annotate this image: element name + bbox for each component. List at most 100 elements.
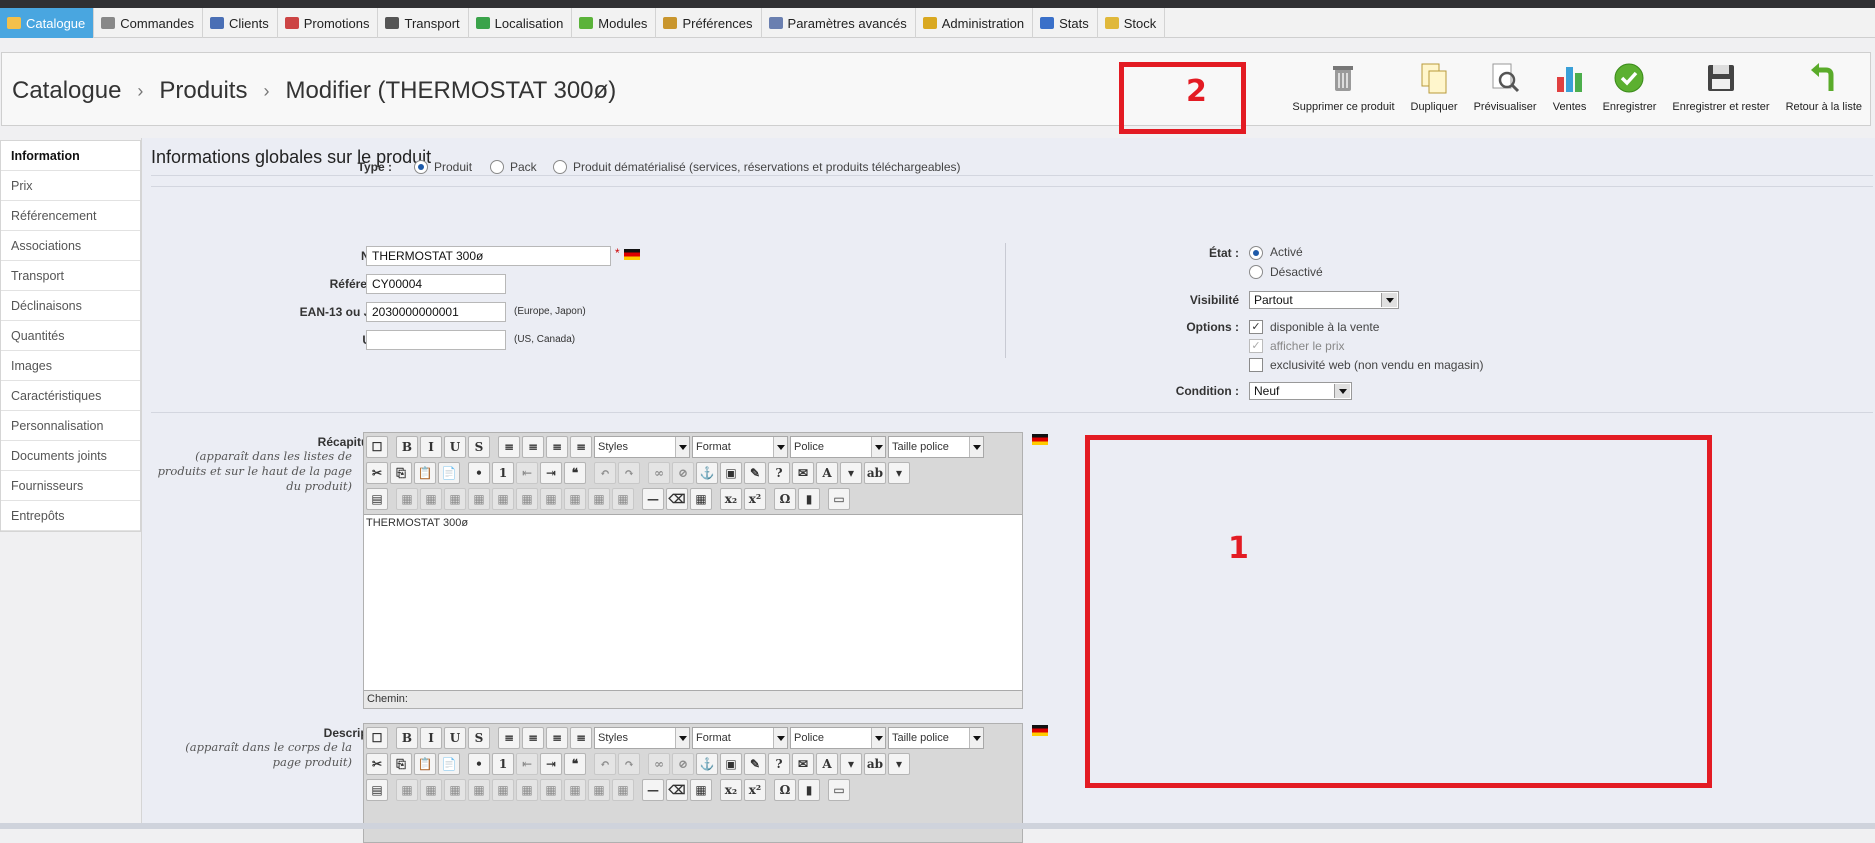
row-before-icon[interactable]: ▦ [444,779,466,801]
styleprops-icon[interactable]: ▤ [366,779,388,801]
menu-item-6[interactable]: Modules [572,8,657,38]
sidebar-item-2[interactable]: Référencement [1,201,140,231]
sidebar-item-10[interactable]: Documents joints [1,441,140,471]
language-flag-de-icon[interactable] [1032,725,1048,736]
undo-icon[interactable]: ↶ [594,753,616,775]
cleanup-icon[interactable]: ✎ [744,753,766,775]
table-props-icon[interactable]: ▦ [420,488,442,510]
align-center-icon[interactable]: ≡ [522,727,544,749]
new-page-icon[interactable]: ☐ [366,727,388,749]
email-icon[interactable]: ✉ [792,462,814,484]
align-justify-icon[interactable]: ≡ [570,436,592,458]
menu-item-11[interactable]: Stock [1098,8,1166,38]
help-icon[interactable]: ? [768,462,790,484]
scissors-icon[interactable]: ✂ [366,462,388,484]
toolbar-button-duplicate[interactable]: Dupliquer [1403,61,1466,121]
bullet-list-icon[interactable]: • [468,462,490,484]
menu-item-2[interactable]: Clients [203,8,278,38]
breadcrumb-produits[interactable]: Produits [159,77,247,105]
menu-item-3[interactable]: Promotions [278,8,379,38]
nom-input[interactable] [366,246,611,266]
styles-dropdown[interactable]: Styles [594,727,690,749]
sidebar-item-3[interactable]: Associations [1,231,140,261]
options-checkbox-1[interactable]: ✓ [1249,339,1263,353]
table-insert-icon[interactable]: ▦ [396,779,418,801]
strikethrough-icon[interactable]: S [468,436,490,458]
sidebar-item-9[interactable]: Personnalisation [1,411,140,441]
horizontal-rule-icon[interactable]: — [642,779,664,801]
strikethrough-icon[interactable]: S [468,727,490,749]
font-dropdown[interactable]: Police [790,436,886,458]
subscript-icon[interactable]: x₂ [720,779,742,801]
col-after-icon[interactable]: ▦ [540,779,562,801]
fullscreen-icon[interactable]: ▭ [828,779,850,801]
align-justify-icon[interactable]: ≡ [570,727,592,749]
etat-option-desactive[interactable]: Désactivé [1270,265,1323,279]
paste-word-icon[interactable]: 📄 [438,462,460,484]
media-icon[interactable]: ▮ [798,779,820,801]
sidebar-item-8[interactable]: Caractéristiques [1,381,140,411]
merge-cell-icon[interactable]: ▦ [612,488,634,510]
row-after-icon[interactable]: ▦ [468,779,490,801]
bold-icon[interactable]: B [396,727,418,749]
menu-item-1[interactable]: Commandes [94,8,203,38]
outdent-icon[interactable]: ⇤ [516,462,538,484]
email-icon[interactable]: ✉ [792,753,814,775]
toolbar-button-trash[interactable]: Supprimer ce produit [1284,61,1402,121]
redo-icon[interactable]: ↷ [618,753,640,775]
blockquote-icon[interactable]: ❝ [564,753,586,775]
menu-item-4[interactable]: Transport [378,8,469,38]
blockquote-icon[interactable]: ❝ [564,462,586,484]
upc-input[interactable] [366,330,506,350]
italic-icon[interactable]: I [420,436,442,458]
ean-input[interactable] [366,302,506,322]
copy-icon[interactable]: ⎘ [390,753,412,775]
font-size-dropdown[interactable]: Taille police [888,727,984,749]
superscript-icon[interactable]: x² [744,779,766,801]
unlink-icon[interactable]: ⊘ [672,753,694,775]
align-right-icon[interactable]: ≡ [546,727,568,749]
undo-icon[interactable]: ↶ [594,462,616,484]
options-label-1[interactable]: afficher le prix [1270,339,1344,353]
delete-col-icon[interactable]: ▦ [564,488,586,510]
indent-icon[interactable]: ⇥ [540,462,562,484]
image-icon[interactable]: ▣ [720,753,742,775]
options-checkbox-0[interactable]: ✓ [1249,320,1263,334]
toolbar-button-save-check[interactable]: Enregistrer [1595,61,1665,121]
paste-icon[interactable]: 📋 [414,753,436,775]
remove-format-icon[interactable]: ⌫ [666,779,688,801]
options-label-2[interactable]: exclusivité web (non vendu en magasin) [1270,358,1483,372]
font-size-dropdown[interactable]: Taille police [888,436,984,458]
sidebar-item-0[interactable]: Information [1,141,140,171]
type-option-dematerialise[interactable]: Produit dématérialisé (services, réserva… [573,160,961,174]
options-checkbox-2[interactable] [1249,358,1263,372]
options-label-0[interactable]: disponible à la vente [1270,320,1379,334]
text-color-icon[interactable]: A [816,462,838,484]
special-char-icon[interactable]: Ω [774,779,796,801]
etat-radio-active[interactable] [1249,246,1263,260]
align-left-icon[interactable]: ≡ [498,436,520,458]
table-insert-icon[interactable]: ▦ [396,488,418,510]
sidebar-item-5[interactable]: Déclinaisons [1,291,140,321]
highlight-icon[interactable]: ab [864,753,886,775]
menu-item-9[interactable]: Administration [916,8,1034,38]
paste-icon[interactable]: 📋 [414,462,436,484]
sidebar-item-6[interactable]: Quantités [1,321,140,351]
numbered-list-icon[interactable]: 1 [492,753,514,775]
scissors-icon[interactable]: ✂ [366,753,388,775]
recap-content[interactable]: THERMOSTAT 300ø [364,514,1022,690]
delete-row-icon[interactable]: ▦ [492,488,514,510]
link-icon[interactable]: ∞ [648,462,670,484]
type-radio-produit[interactable] [414,160,428,174]
redo-icon[interactable]: ↷ [618,462,640,484]
row-after-icon[interactable]: ▦ [468,488,490,510]
reference-input[interactable] [366,274,506,294]
unlink-icon[interactable]: ⊘ [672,462,694,484]
copy-icon[interactable]: ⎘ [390,462,412,484]
menu-item-7[interactable]: Préférences [656,8,762,38]
condition-select[interactable]: Neuf [1249,382,1352,400]
superscript-icon[interactable]: x² [744,488,766,510]
font-dropdown[interactable]: Police [790,727,886,749]
breadcrumb-catalogue[interactable]: Catalogue [12,77,121,105]
type-option-pack[interactable]: Pack [510,160,537,174]
